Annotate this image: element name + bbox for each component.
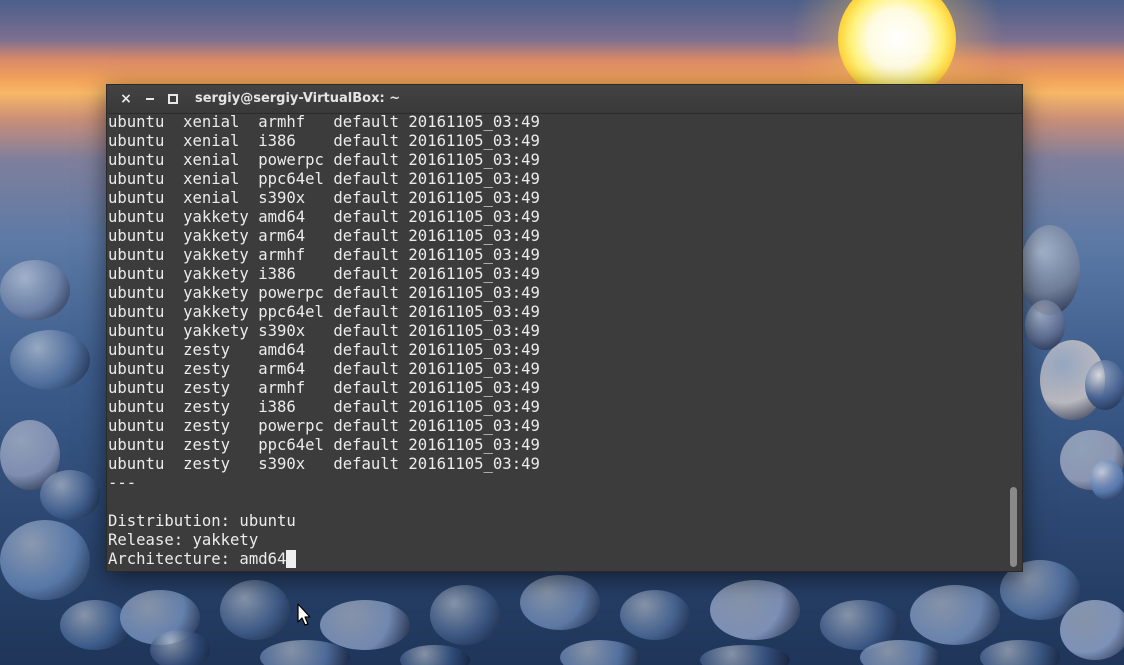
terminal-line-text: ubuntu yakkety i386 default 20161105_03:…: [108, 265, 540, 283]
pebble: [10, 330, 90, 390]
maximize-icon: [168, 94, 178, 104]
terminal-line-text: ubuntu zesty amd64 default 20161105_03:4…: [108, 341, 540, 359]
close-button[interactable]: ×: [117, 90, 135, 108]
pebble: [620, 590, 690, 640]
terminal-line: ubuntu zesty armhf default 20161105_03:4…: [108, 379, 1008, 398]
terminal-line-text: ubuntu zesty armhf default 20161105_03:4…: [108, 379, 540, 397]
terminal-line: Architecture: amd64: [108, 550, 1008, 569]
terminal-line-text: ubuntu zesty i386 default 20161105_03:49: [108, 398, 540, 416]
terminal-line: ubuntu zesty powerpc default 20161105_03…: [108, 417, 1008, 436]
pebble: [0, 260, 70, 320]
text-cursor: [286, 550, 297, 568]
pebble: [520, 575, 600, 630]
terminal-line-text: ubuntu yakkety s390x default 20161105_03…: [108, 322, 540, 340]
terminal-line-text: ubuntu yakkety ppc64el default 20161105_…: [108, 303, 540, 321]
pebble: [860, 640, 940, 665]
pebble: [400, 645, 470, 665]
terminal-line: ubuntu xenial powerpc default 20161105_0…: [108, 151, 1008, 170]
terminal-line: ubuntu xenial ppc64el default 20161105_0…: [108, 170, 1008, 189]
pebble: [1025, 300, 1065, 350]
terminal-line: ubuntu yakkety s390x default 20161105_03…: [108, 322, 1008, 341]
terminal-line-text: ---: [108, 474, 137, 492]
terminal-line: ubuntu yakkety armhf default 20161105_03…: [108, 246, 1008, 265]
pebble: [700, 645, 790, 665]
terminal-line-text: ubuntu zesty s390x default 20161105_03:4…: [108, 455, 540, 473]
terminal-line-text: ubuntu yakkety armhf default 20161105_03…: [108, 246, 540, 264]
terminal-line-text: ubuntu yakkety amd64 default 20161105_03…: [108, 208, 540, 226]
terminal-line: ubuntu yakkety arm64 default 20161105_03…: [108, 227, 1008, 246]
terminal-line-text: Release: yakkety: [108, 531, 259, 549]
terminal-line: ubuntu xenial s390x default 20161105_03:…: [108, 189, 1008, 208]
pebble: [60, 600, 130, 650]
terminal-output[interactable]: ubuntu xenial armhf default 20161105_03:…: [108, 113, 1008, 569]
pebble: [320, 600, 410, 650]
scrollbar[interactable]: [1010, 487, 1017, 567]
terminal-line-text: ubuntu zesty ppc64el default 20161105_03…: [108, 436, 540, 454]
terminal-line-text: ubuntu yakkety powerpc default 20161105_…: [108, 284, 540, 302]
terminal-line: ubuntu yakkety amd64 default 20161105_03…: [108, 208, 1008, 227]
terminal-line: ubuntu yakkety ppc64el default 20161105_…: [108, 303, 1008, 322]
maximize-button[interactable]: [164, 90, 182, 108]
terminal-line-text: Architecture: amd64: [108, 550, 287, 568]
pebble: [1085, 360, 1124, 410]
terminal-line: Distribution: ubuntu: [108, 512, 1008, 531]
terminal-line: ubuntu zesty s390x default 20161105_03:4…: [108, 455, 1008, 474]
pebble: [1090, 460, 1124, 500]
close-icon: ×: [120, 91, 132, 107]
pebble: [40, 470, 100, 520]
terminal-window[interactable]: × sergiy@sergiy-VirtualBox: ~ ubuntu xen…: [106, 84, 1023, 572]
terminal-line-text: ubuntu xenial s390x default 20161105_03:…: [108, 189, 540, 207]
pebble: [150, 630, 210, 665]
pebble: [0, 520, 90, 600]
terminal-line: ubuntu zesty i386 default 20161105_03:49: [108, 398, 1008, 417]
terminal-line: ubuntu zesty ppc64el default 20161105_03…: [108, 436, 1008, 455]
pebble: [910, 585, 1000, 645]
terminal-line-text: Distribution: ubuntu: [108, 512, 296, 530]
pebble: [980, 640, 1060, 665]
mouse-pointer-icon: [297, 603, 311, 626]
terminal-line-text: ubuntu zesty powerpc default 20161105_03…: [108, 417, 540, 435]
title-bar[interactable]: × sergiy@sergiy-VirtualBox: ~: [107, 85, 1022, 114]
terminal-line: ---: [108, 474, 1008, 493]
terminal-line-text: ubuntu xenial ppc64el default 20161105_0…: [108, 170, 540, 188]
terminal-line-text: ubuntu xenial i386 default 20161105_03:4…: [108, 132, 540, 150]
minimize-button[interactable]: [141, 90, 159, 108]
minimize-icon: [146, 98, 154, 100]
terminal-line: ubuntu yakkety i386 default 20161105_03:…: [108, 265, 1008, 284]
terminal-line-text: ubuntu xenial powerpc default 20161105_0…: [108, 151, 540, 169]
pebble: [1060, 600, 1124, 660]
terminal-line-text: ubuntu zesty arm64 default 20161105_03:4…: [108, 360, 540, 378]
terminal-line: ubuntu zesty arm64 default 20161105_03:4…: [108, 360, 1008, 379]
terminal-line-text: ubuntu xenial armhf default 20161105_03:…: [108, 113, 540, 131]
terminal-line: ubuntu xenial armhf default 20161105_03:…: [108, 113, 1008, 132]
terminal-line: ubuntu xenial i386 default 20161105_03:4…: [108, 132, 1008, 151]
pebble: [710, 580, 800, 640]
terminal-line: ubuntu yakkety powerpc default 20161105_…: [108, 284, 1008, 303]
pebble: [560, 640, 640, 665]
terminal-line-text: ubuntu yakkety arm64 default 20161105_03…: [108, 227, 540, 245]
window-title: sergiy@sergiy-VirtualBox: ~: [195, 91, 401, 106]
pebble: [220, 580, 290, 640]
pebble: [430, 585, 500, 645]
terminal-line: ubuntu zesty amd64 default 20161105_03:4…: [108, 341, 1008, 360]
terminal-line: Release: yakkety: [108, 531, 1008, 550]
